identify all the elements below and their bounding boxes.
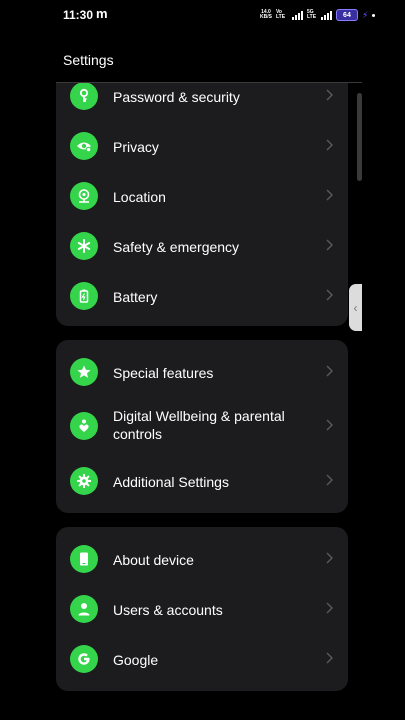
key-icon	[70, 83, 98, 110]
chevron-right-icon	[326, 552, 333, 564]
chevron-right-icon	[326, 239, 333, 251]
header: Settings	[0, 30, 405, 82]
edge-panel-handle[interactable]: ‹	[349, 284, 362, 331]
chevron-right-icon	[326, 419, 333, 431]
settings-group-features: Special features Digital Wellbeing & par…	[56, 340, 348, 513]
chevron-right-icon	[326, 89, 333, 101]
settings-item-about-device[interactable]: About device	[56, 534, 348, 584]
privacy-eye-icon	[70, 132, 98, 160]
settings-item-label: Battery	[113, 289, 158, 305]
settings-item-label: Safety & emergency	[113, 239, 240, 255]
chevron-right-icon	[326, 365, 333, 377]
status-bar: 11:30 m 14.0 KB/S Vo LTE 5G LTE 64 ⚡	[0, 0, 405, 30]
settings-item-digital-wellbeing[interactable]: Digital Wellbeing & parental controls	[56, 401, 348, 451]
battery-level: 64	[343, 11, 351, 19]
settings-item-safety-emergency[interactable]: Safety & emergency	[56, 221, 348, 271]
settings-item-label: Password & security	[113, 89, 240, 105]
settings-item-battery[interactable]: Battery	[56, 271, 348, 321]
chevron-left-icon: ‹	[353, 300, 358, 315]
google-icon	[70, 645, 98, 673]
settings-list[interactable]: Password & security Privacy Location Saf…	[0, 83, 405, 720]
notification-dot-icon	[372, 13, 376, 17]
chevron-right-icon	[326, 189, 333, 201]
asterisk-icon	[70, 232, 98, 260]
volte-label: Vo LTE	[275, 9, 286, 20]
location-pin-icon	[70, 182, 98, 210]
phone-icon	[70, 545, 98, 573]
settings-item-google[interactable]: Google	[56, 634, 348, 684]
gear-icon	[70, 467, 98, 495]
settings-item-label: Users & accounts	[113, 602, 223, 618]
chevron-right-icon	[326, 602, 333, 614]
settings-item-location[interactable]: Location	[56, 171, 348, 221]
settings-item-label: Additional Settings	[113, 474, 229, 490]
status-time: 11:30	[63, 8, 94, 22]
network-speed: 14.0 KB/S	[260, 10, 272, 20]
page-title: Settings	[63, 52, 114, 68]
notification-app-icon: m	[96, 6, 108, 21]
chevron-right-icon	[326, 289, 333, 301]
star-icon	[70, 358, 98, 386]
settings-item-users-accounts[interactable]: Users & accounts	[56, 584, 348, 634]
settings-group-accounts: About device Users & accounts Google	[56, 527, 348, 691]
settings-group-security: Password & security Privacy Location Saf…	[56, 83, 348, 326]
settings-item-special-features[interactable]: Special features	[56, 347, 348, 397]
settings-item-additional-settings[interactable]: Additional Settings	[56, 456, 348, 506]
settings-item-label: Digital Wellbeing & parental controls	[113, 408, 285, 442]
battery-icon	[70, 282, 98, 310]
charging-bolt-icon: ⚡	[361, 9, 369, 20]
lte-label: 5G LTE	[306, 9, 317, 20]
settings-item-label: Special features	[113, 365, 214, 381]
signal-icon-2	[320, 10, 332, 20]
wellbeing-heart-icon	[70, 412, 98, 440]
scrollbar[interactable]	[357, 93, 362, 181]
battery-status-icon: 64	[335, 9, 358, 21]
settings-item-label: About device	[113, 552, 194, 568]
settings-item-label: Privacy	[113, 139, 159, 155]
settings-item-password-security[interactable]: Password & security	[56, 83, 348, 121]
network-speed-unit: KB/S	[260, 14, 272, 20]
settings-item-label: Google	[113, 652, 159, 668]
user-icon	[70, 595, 98, 623]
settings-item-privacy[interactable]: Privacy	[56, 121, 348, 171]
settings-item-label: Location	[113, 189, 166, 205]
chevron-right-icon	[326, 474, 333, 486]
chevron-right-icon	[326, 652, 333, 664]
signal-icon	[291, 10, 303, 20]
chevron-right-icon	[326, 139, 333, 151]
status-icons: 14.0 KB/S Vo LTE 5G LTE 64 ⚡	[260, 8, 376, 22]
